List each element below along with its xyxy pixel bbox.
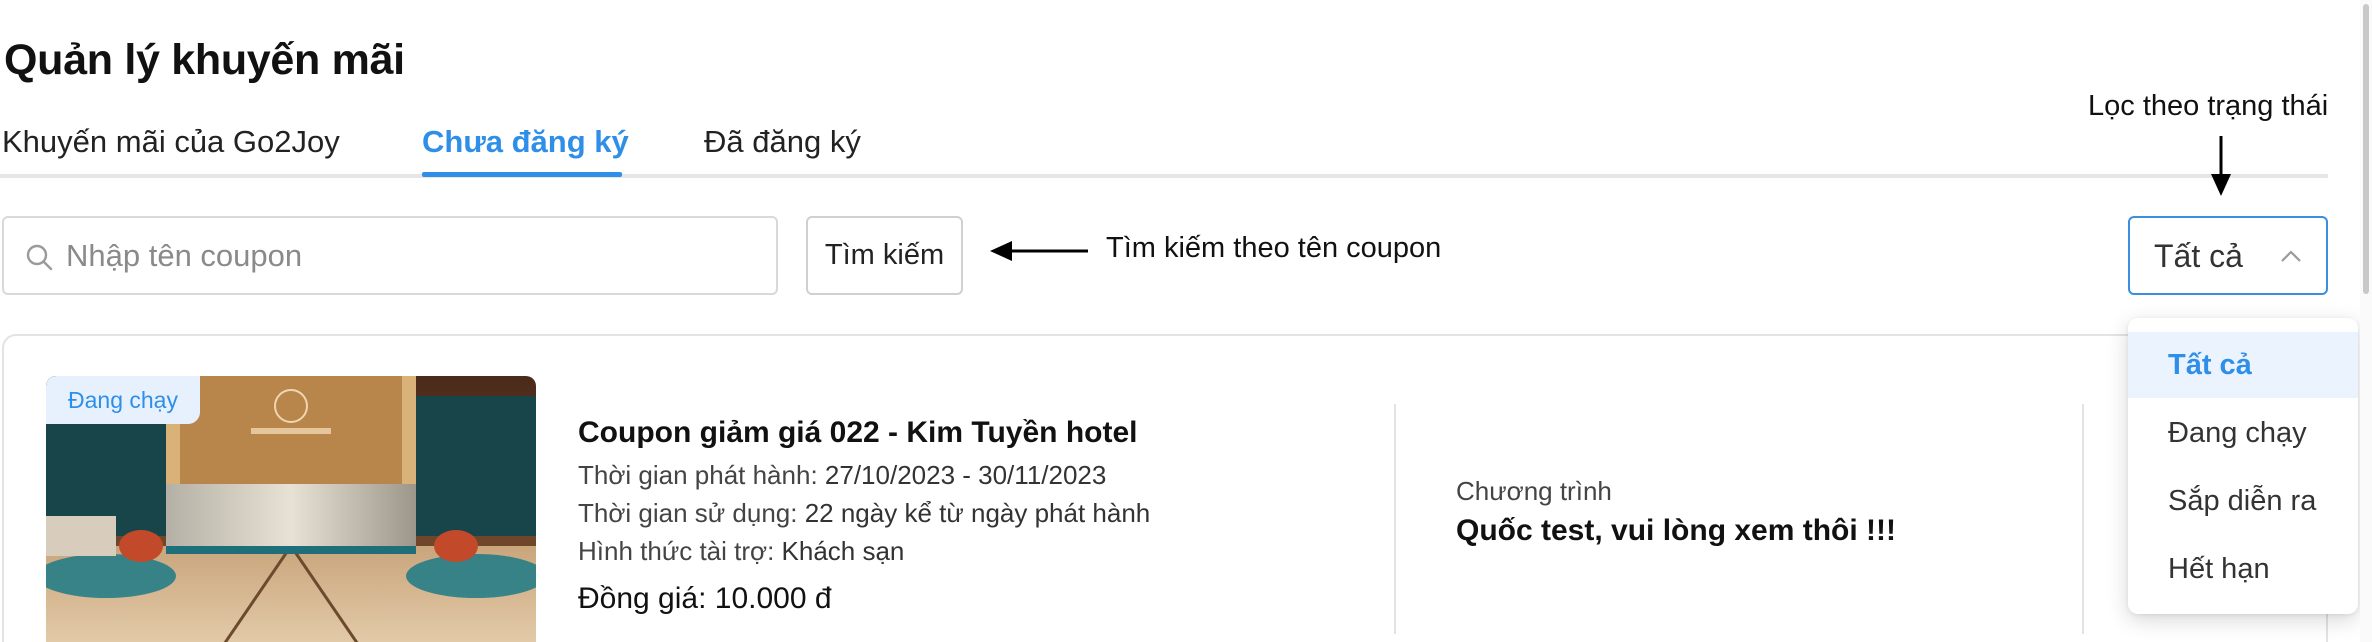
usage-period-label: Thời gian sử dụng: (578, 498, 798, 528)
status-option-all[interactable]: Tất cả (2128, 332, 2358, 398)
status-option-expired[interactable]: Hết hạn (2128, 536, 2358, 602)
search-icon (26, 244, 53, 271)
program-label: Chương trình (1456, 476, 1612, 506)
hotel-thumbnail: Đang chạy (46, 376, 536, 642)
card-divider (1394, 404, 1396, 634)
status-filter-value: Tất cả (2154, 238, 2243, 274)
page-scrollbar[interactable] (2360, 0, 2372, 642)
tab-registered[interactable]: Đã đăng ký (704, 124, 861, 160)
coupon-title[interactable]: Coupon giảm giá 022 - Kim Tuyền hotel (578, 416, 1138, 450)
status-filter-select[interactable]: Tất cả (2128, 216, 2328, 295)
tab-go2joy-promotions[interactable]: Khuyến mãi của Go2Joy (2, 124, 340, 160)
sponsor-label: Hình thức tài trợ: (578, 536, 775, 566)
annotation-search-hint: Tìm kiếm theo tên coupon (1106, 232, 1442, 264)
search-button[interactable]: Tìm kiếm (806, 216, 963, 295)
status-badge: Đang chạy (46, 376, 200, 424)
program-name: Quốc test, vui lòng xem thôi !!! (1456, 514, 1897, 547)
status-filter-dropdown: Tất cả Đang chạy Sắp diễn ra Hết hạn (2128, 318, 2358, 614)
issue-period-row: Thời gian phát hành: 27/10/2023 - 30/11/… (578, 460, 1106, 491)
chevron-up-icon (2281, 250, 2301, 262)
sponsor-row: Hình thức tài trợ: Khách sạn (578, 536, 904, 567)
usage-period-row: Thời gian sử dụng: 22 ngày kể từ ngày ph… (578, 498, 1150, 529)
status-option-upcoming[interactable]: Sắp diễn ra (2128, 468, 2358, 534)
price-value: 10.000 đ (714, 582, 832, 615)
active-tab-indicator (422, 172, 622, 177)
usage-period-value: 22 ngày kể từ ngày phát hành (804, 498, 1151, 528)
tab-bar: Khuyến mãi của Go2Joy Chưa đăng ký Đã đă… (0, 118, 2328, 178)
coupon-card[interactable]: Đang chạy Coupon giảm giá 022 - Kim Tuyề… (2, 334, 2328, 642)
scrollbar-thumb[interactable] (2363, 4, 2369, 294)
issue-period-value: 27/10/2023 - 30/11/2023 (824, 460, 1107, 490)
price-row: Đồng giá: 10.000 đ (578, 582, 832, 616)
page-title: Quản lý khuyến mãi (4, 36, 405, 84)
search-field[interactable] (2, 216, 778, 295)
sponsor-value: Khách sạn (781, 536, 905, 566)
annotation-arrow-down-icon (2211, 136, 2231, 196)
tab-bar-divider (0, 174, 2328, 178)
annotation-filter-hint: Lọc theo trạng thái (2088, 90, 2329, 122)
annotation-arrow-left-icon (990, 241, 1088, 261)
tab-not-registered[interactable]: Chưa đăng ký (422, 124, 629, 160)
search-input[interactable] (66, 218, 756, 293)
issue-period-label: Thời gian phát hành: (578, 460, 818, 490)
price-label: Đồng giá: (578, 582, 707, 615)
status-option-running[interactable]: Đang chạy (2128, 400, 2358, 466)
card-divider (2082, 404, 2084, 634)
